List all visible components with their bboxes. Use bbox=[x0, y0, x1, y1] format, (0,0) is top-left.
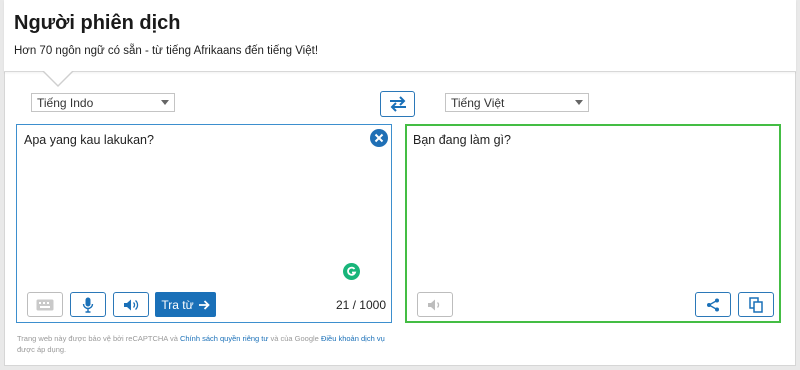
chevron-down-icon bbox=[161, 100, 169, 105]
privacy-policy-link[interactable]: Chính sách quyền riêng tư bbox=[180, 334, 268, 343]
translate-button-label: Tra từ bbox=[161, 297, 194, 312]
source-text-panel[interactable]: Apa yang kau lakukan? Tra từ 21 / 1000 bbox=[16, 124, 392, 323]
swap-icon bbox=[389, 96, 406, 112]
target-language-select[interactable]: Tiếng Việt bbox=[445, 93, 589, 112]
recaptcha-notice-middle: và của Google bbox=[268, 334, 321, 343]
page-header: Người phiên dịch Hơn 70 ngôn ngữ có sẵn … bbox=[4, 0, 796, 72]
translated-text: Bạn đang làm gì? bbox=[413, 133, 511, 147]
terms-of-service-link[interactable]: Điều khoản dịch vụ bbox=[321, 334, 385, 343]
recaptcha-notice: Trang web này được bảo vệ bởi reCAPTCHA … bbox=[17, 333, 397, 355]
keyboard-button[interactable] bbox=[27, 292, 63, 317]
speaker-button[interactable] bbox=[113, 292, 149, 317]
share-icon bbox=[707, 298, 719, 311]
target-language-label: Tiếng Việt bbox=[451, 96, 505, 110]
keyboard-icon bbox=[36, 299, 54, 310]
page-title: Người phiên dịch bbox=[14, 12, 181, 34]
translate-button[interactable]: Tra từ bbox=[155, 292, 216, 317]
clear-text-button[interactable] bbox=[370, 129, 388, 147]
source-text-input[interactable]: Apa yang kau lakukan? bbox=[24, 133, 154, 147]
share-button[interactable] bbox=[695, 292, 731, 317]
target-speaker-button[interactable] bbox=[417, 292, 453, 317]
speaker-icon bbox=[124, 299, 139, 310]
chevron-down-icon bbox=[575, 100, 583, 105]
clear-icon bbox=[374, 133, 384, 143]
microphone-icon bbox=[82, 297, 94, 313]
microphone-button[interactable] bbox=[70, 292, 106, 317]
arrow-right-icon bbox=[198, 299, 210, 310]
recaptcha-notice-prefix: Trang web này được bảo vệ bởi reCAPTCHA … bbox=[17, 334, 180, 343]
grammarly-button[interactable] bbox=[343, 263, 360, 280]
copy-icon bbox=[749, 296, 763, 313]
character-counter: 21 / 1000 bbox=[335, 298, 386, 312]
header-pointer bbox=[42, 70, 74, 87]
source-language-label: Tiếng Indo bbox=[37, 96, 94, 110]
swap-languages-button[interactable] bbox=[380, 91, 415, 117]
speaker-icon bbox=[428, 299, 440, 310]
grammarly-icon bbox=[347, 266, 357, 276]
target-text-panel: Bạn đang làm gì? bbox=[405, 124, 781, 323]
copy-button[interactable] bbox=[738, 292, 774, 317]
recaptcha-notice-suffix: được áp dụng. bbox=[17, 345, 67, 354]
source-language-select[interactable]: Tiếng Indo bbox=[31, 93, 175, 112]
page-subtitle: Hơn 70 ngôn ngữ có sẵn - từ tiếng Afrika… bbox=[14, 45, 319, 57]
